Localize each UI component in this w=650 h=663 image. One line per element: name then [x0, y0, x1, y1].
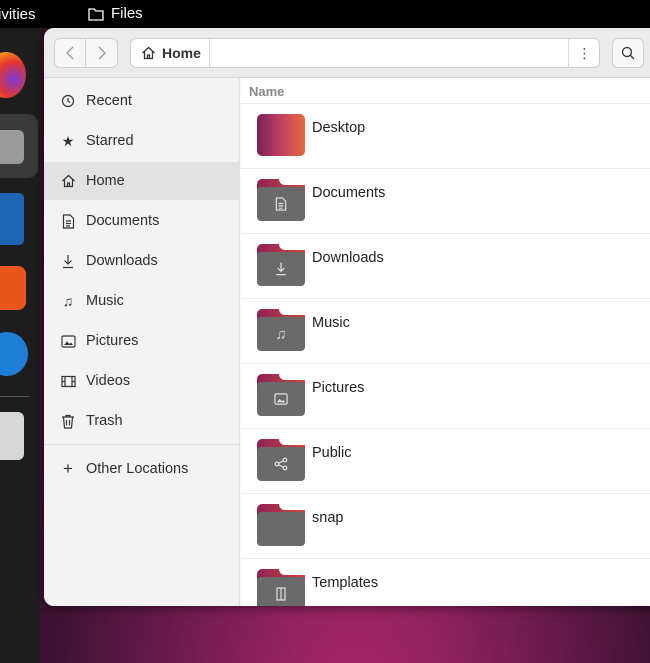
file-list: Name Desktop Documents Downloads ♫ Music… [241, 78, 650, 606]
sidebar-item-label: Downloads [86, 253, 158, 269]
picture-icon [60, 333, 76, 349]
music-folder-icon: ♫ [257, 308, 305, 351]
file-name: Music [312, 315, 350, 331]
sidebar-item-music[interactable]: ♫ Music [44, 282, 240, 320]
path-menu-button[interactable]: ⋮ [568, 38, 600, 68]
documents-folder-icon [257, 178, 305, 221]
sidebar-item-starred[interactable]: ★ Starred [44, 122, 240, 160]
desktop-folder-icon [257, 114, 305, 156]
files-app-icon[interactable] [0, 130, 24, 164]
downloads-folder-icon [257, 243, 305, 286]
sidebar-item-label: Starred [86, 133, 134, 149]
file-row-documents[interactable]: Documents [241, 169, 650, 234]
sidebar-separator [44, 444, 240, 445]
file-row-public[interactable]: Public [241, 429, 650, 494]
sidebar-item-label: Other Locations [86, 461, 189, 477]
breadcrumb-label: Home [162, 45, 201, 61]
sidebar-item-label: Pictures [86, 333, 139, 349]
templates-folder-icon [257, 568, 305, 606]
back-button[interactable] [54, 38, 86, 68]
trash-icon [60, 413, 76, 429]
file-row-templates[interactable]: Templates [241, 559, 650, 606]
dock [0, 28, 40, 663]
file-row-downloads[interactable]: Downloads [241, 234, 650, 299]
file-row-music[interactable]: ♫ Music [241, 299, 650, 364]
sidebar-item-label: Home [86, 173, 125, 189]
trash-dock-icon[interactable] [0, 412, 24, 460]
sidebar-item-videos[interactable]: Videos [44, 362, 240, 400]
file-row-pictures[interactable]: Pictures [241, 364, 650, 429]
forward-button[interactable] [86, 38, 118, 68]
download-icon [60, 253, 76, 269]
sidebar-item-label: Trash [86, 413, 123, 429]
sidebar-item-label: Recent [86, 93, 132, 109]
home-icon [60, 173, 76, 189]
file-name: Pictures [312, 380, 365, 396]
sidebar-item-label: Documents [86, 213, 160, 229]
file-name: Desktop [312, 120, 366, 136]
breadcrumb-home[interactable]: Home [141, 39, 210, 67]
pictures-folder-icon [257, 373, 305, 416]
sidebar-item-label: Videos [86, 373, 131, 389]
activities-button[interactable]: ivities [0, 6, 36, 23]
sidebar-item-pictures[interactable]: Pictures [44, 322, 240, 360]
help-icon[interactable] [0, 332, 28, 376]
top-bar: ivities Files [0, 0, 650, 28]
file-name: Public [312, 445, 352, 461]
chevron-left-icon [66, 46, 74, 60]
firefox-icon[interactable] [0, 52, 26, 98]
star-icon: ★ [61, 132, 75, 149]
file-name: Downloads [312, 250, 384, 266]
dock-separator [0, 396, 30, 397]
sidebar: Recent ★ Starred Home Documents Download… [44, 78, 240, 606]
sidebar-item-label: Music [86, 293, 124, 309]
search-button[interactable] [612, 38, 644, 68]
search-icon [621, 46, 635, 60]
folder-icon [88, 7, 104, 21]
sidebar-item-downloads[interactable]: Downloads [44, 242, 240, 280]
music-icon: ♫ [62, 293, 74, 309]
file-name: snap [312, 510, 344, 526]
video-icon [60, 373, 76, 389]
header-bar: Home ⋮ [44, 28, 650, 78]
libreoffice-writer-icon[interactable] [0, 193, 24, 245]
sidebar-item-recent[interactable]: Recent [44, 82, 240, 120]
document-icon [60, 213, 76, 229]
file-row-snap[interactable]: snap [241, 494, 650, 559]
column-header-name[interactable]: Name [241, 78, 650, 104]
folder-icon [257, 503, 305, 546]
sidebar-item-other-locations[interactable]: + Other Locations [44, 450, 240, 488]
public-folder-icon [257, 438, 305, 481]
plus-icon: + [63, 459, 73, 478]
file-row-desktop[interactable]: Desktop [241, 104, 650, 169]
home-icon [142, 46, 155, 60]
chevron-right-icon [98, 46, 106, 60]
sidebar-item-documents[interactable]: Documents [44, 202, 240, 240]
sidebar-item-home[interactable]: Home [44, 162, 240, 200]
files-window: Home ⋮ Recent ★ Starred Home Documents D… [44, 28, 650, 606]
sidebar-item-trash[interactable]: Trash [44, 402, 240, 440]
file-name: Templates [312, 575, 379, 591]
app-menu[interactable]: Files [88, 5, 143, 22]
path-bar[interactable]: Home [130, 38, 600, 68]
clock-icon [60, 93, 76, 109]
app-name: Files [111, 5, 143, 22]
file-name: Documents [312, 185, 386, 201]
software-center-icon[interactable] [0, 266, 26, 310]
more-vertical-icon: ⋮ [577, 44, 592, 61]
